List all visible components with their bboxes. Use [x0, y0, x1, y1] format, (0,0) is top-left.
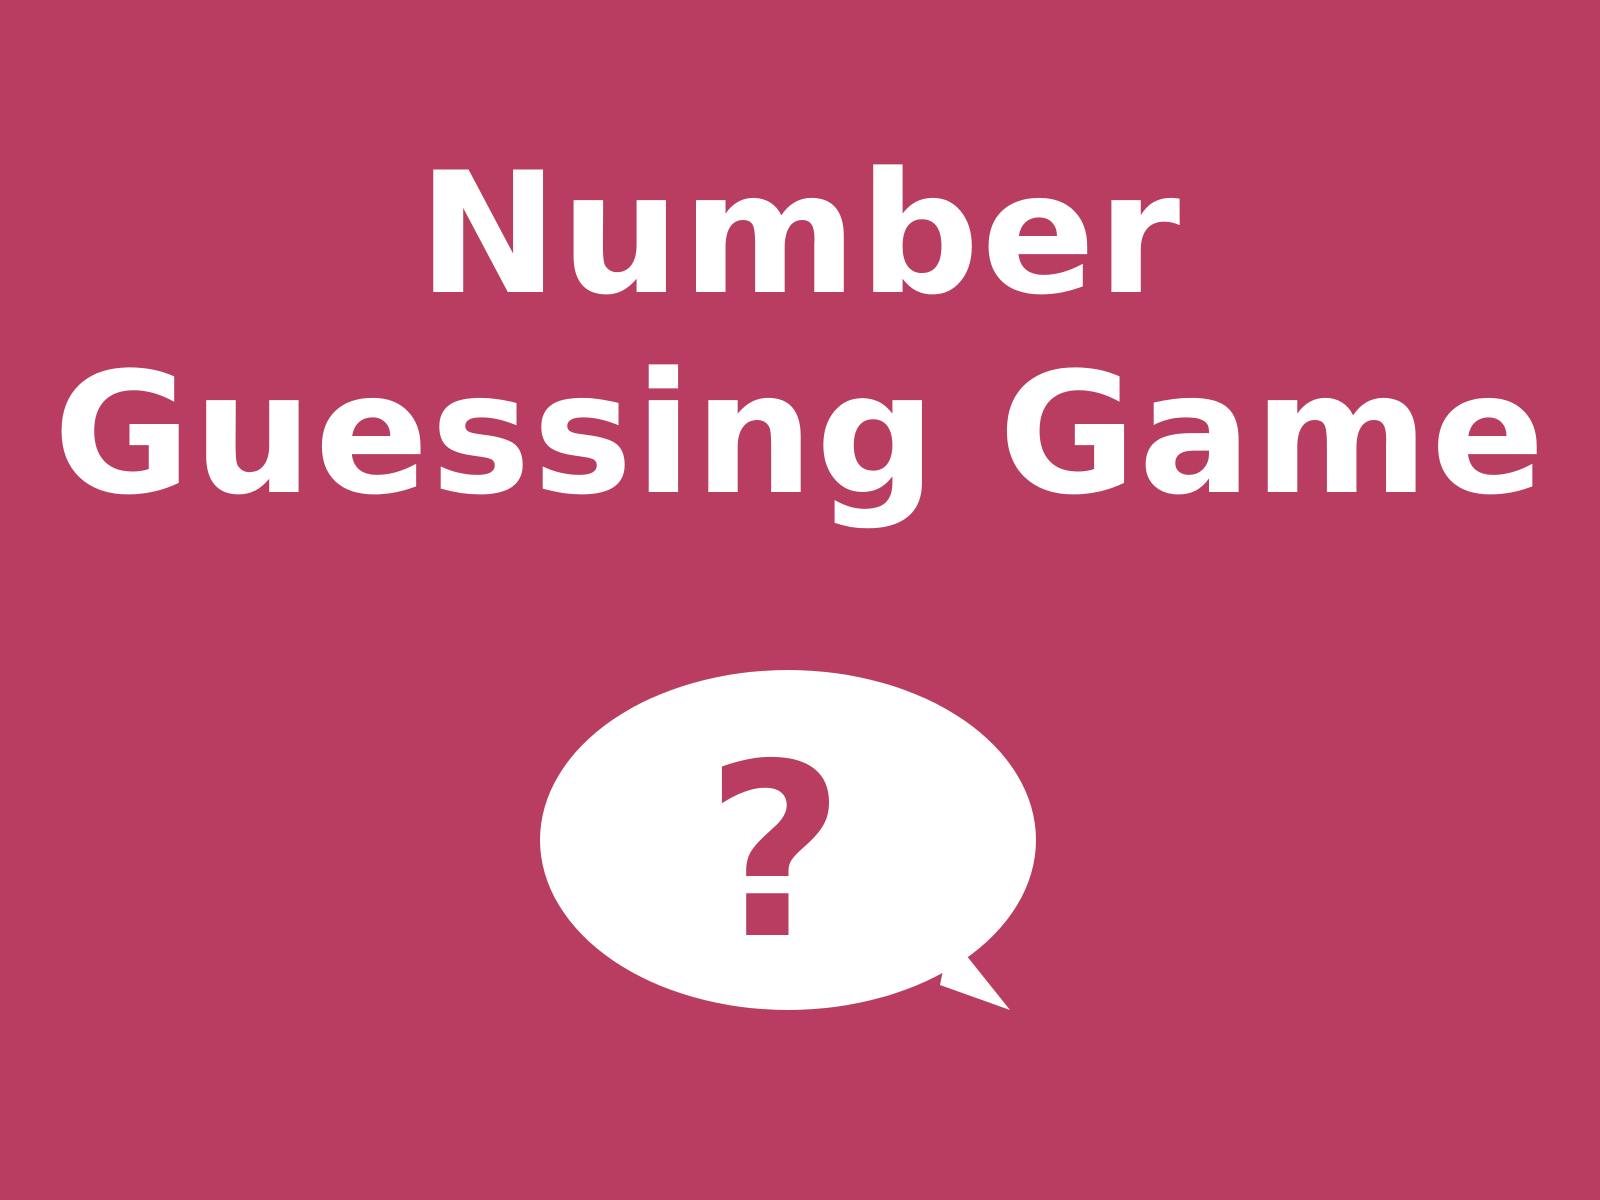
title-screen: { "title": { "line1": "Number", "line2":… — [0, 0, 1600, 1200]
question-mark-glyph: ? — [705, 712, 844, 992]
game-title-line-2: Guessing Game — [53, 336, 1547, 532]
speech-bubble-graphic: ? — [540, 670, 1036, 1010]
question-speech-bubble-icon: ? — [540, 665, 1040, 1035]
game-title-line-1: Number — [417, 136, 1183, 332]
